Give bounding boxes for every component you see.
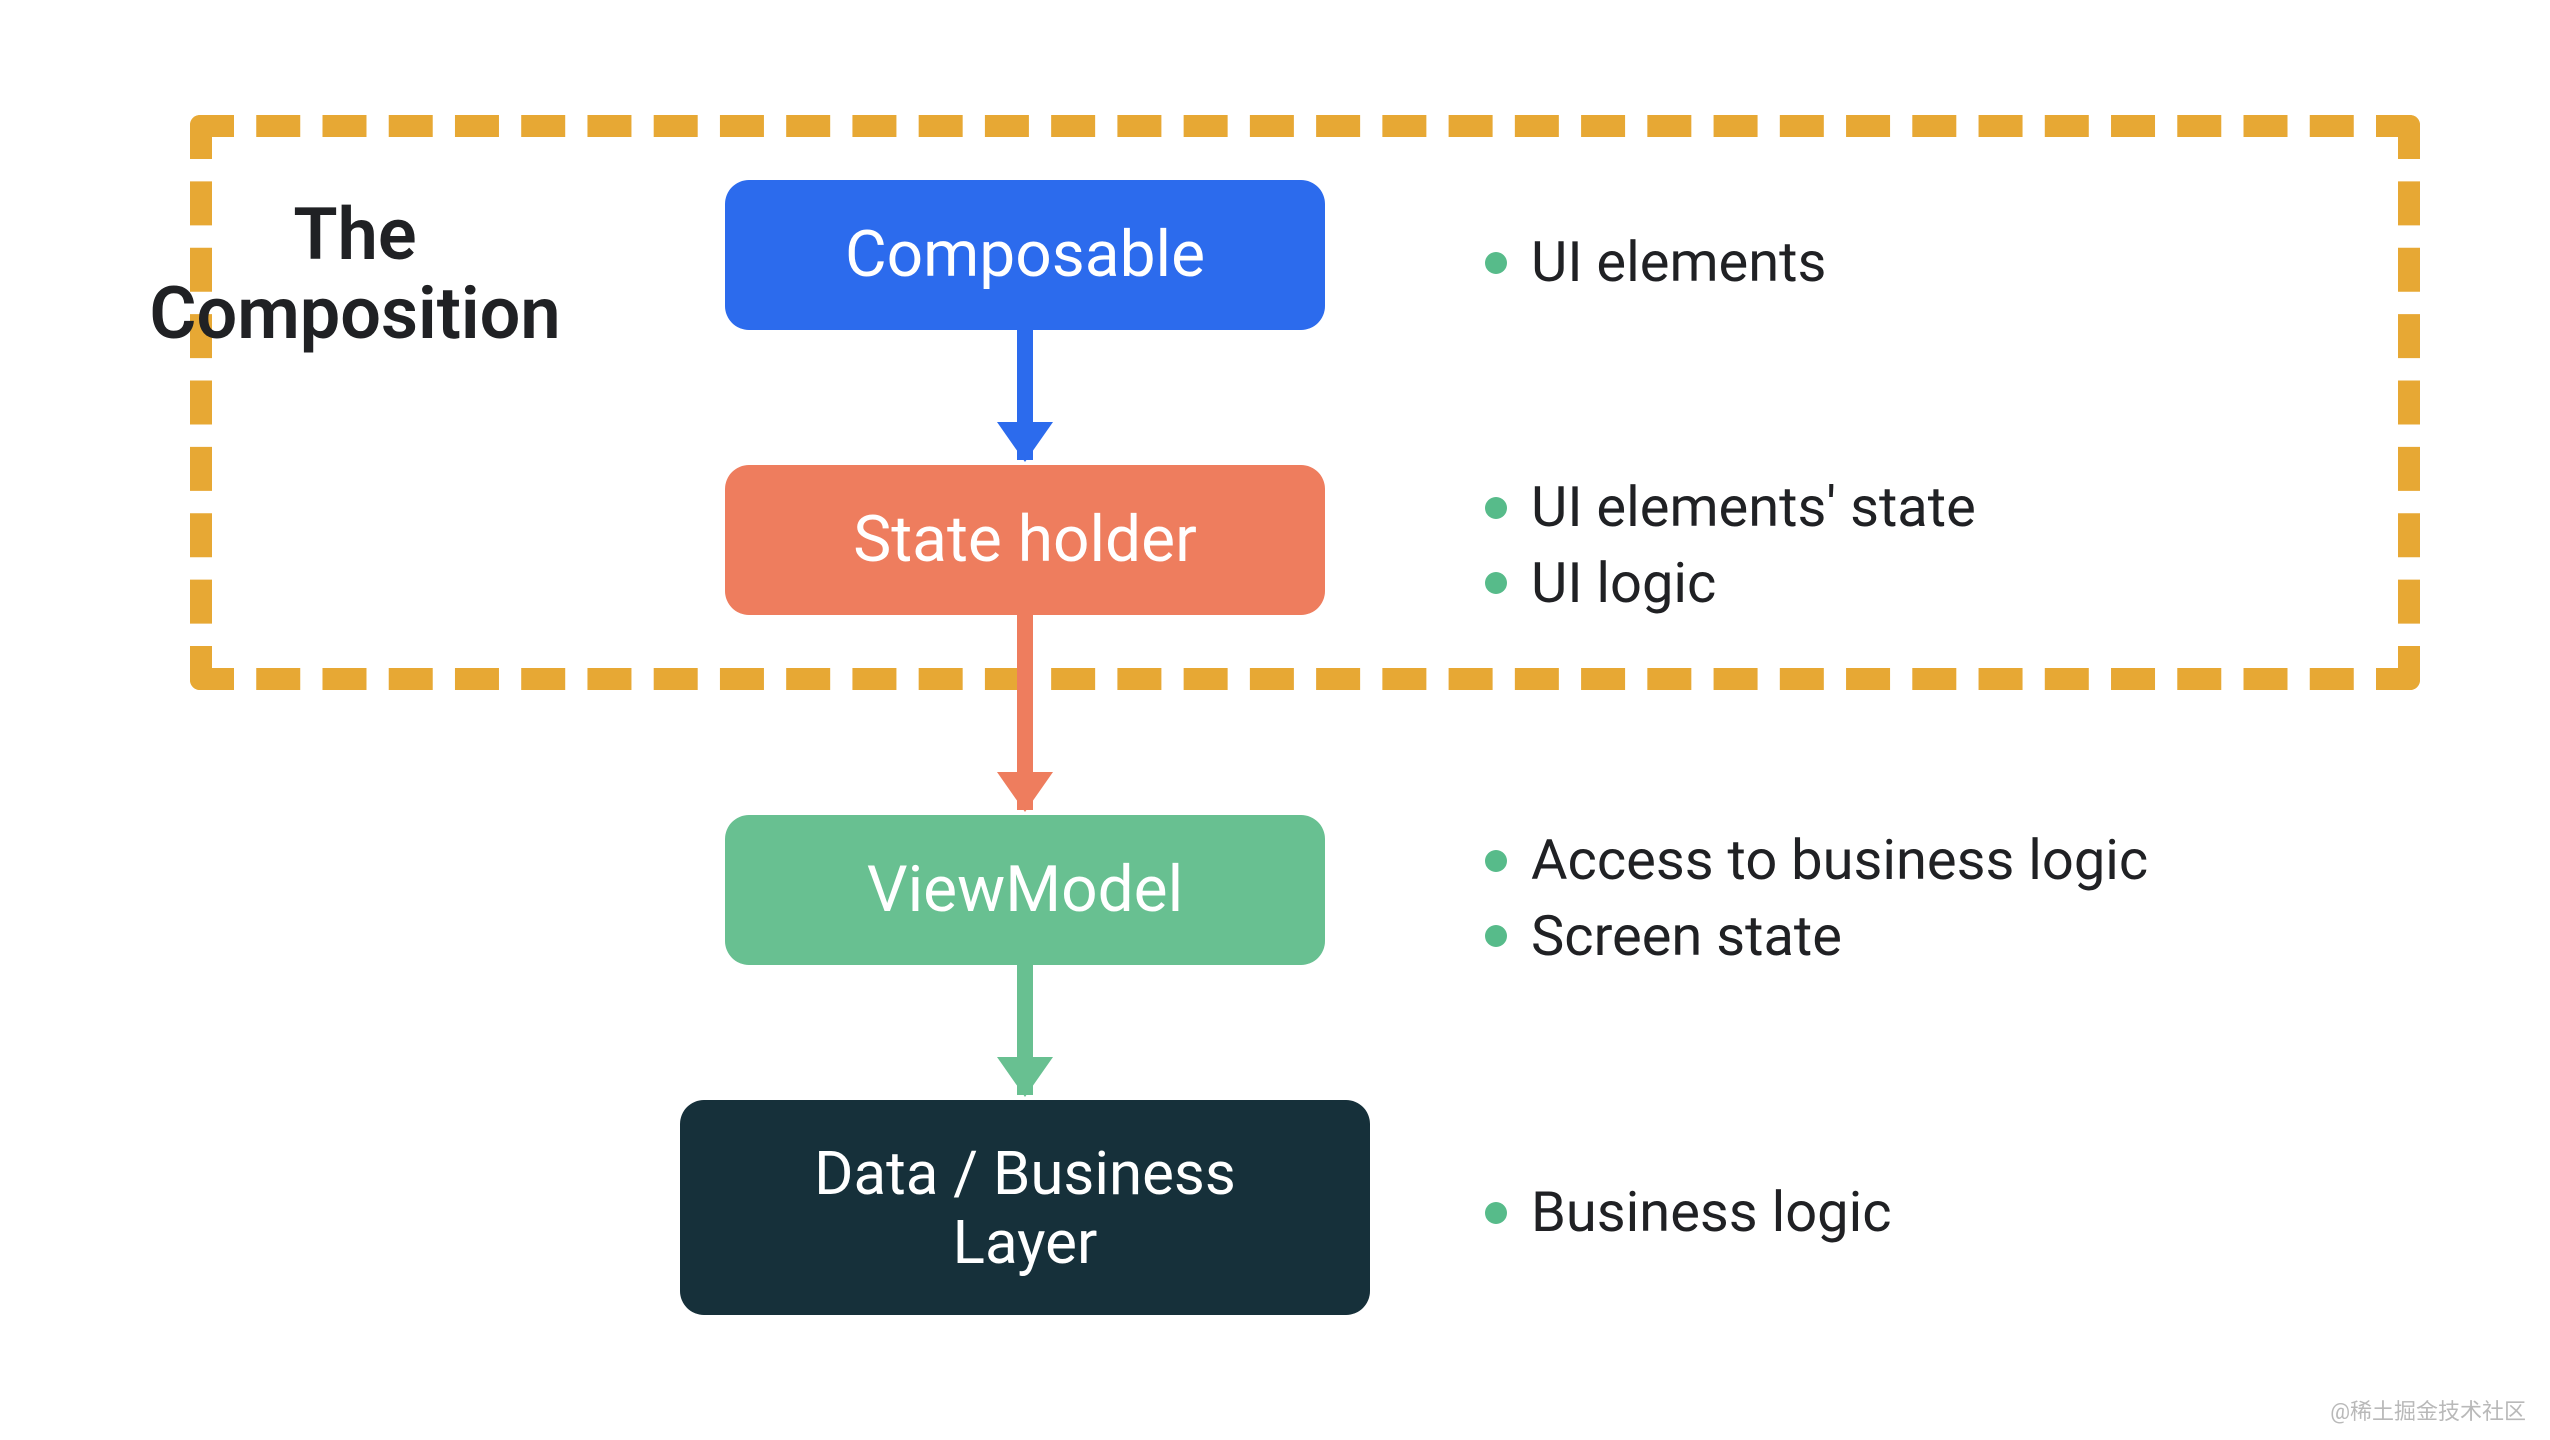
block-state-holder-label: State holder (853, 503, 1197, 577)
list-item: Business logic (1485, 1175, 1892, 1251)
bullet-text: UI elements' state (1531, 470, 1976, 546)
arrow-stateholder-to-viewmodel (1020, 615, 1030, 810)
bullets-data-layer: Business logic (1485, 1175, 1892, 1251)
block-composable-label: Composable (845, 218, 1205, 292)
list-item: UI elements' state (1485, 470, 1976, 546)
bullet-text: Screen state (1531, 899, 1842, 975)
block-data-layer-label: Data / Business Layer (814, 1139, 1236, 1277)
block-viewmodel-label: ViewModel (867, 853, 1183, 927)
composition-label: The Composition (95, 195, 615, 353)
block-viewmodel: ViewModel (725, 815, 1325, 965)
bullets-viewmodel: Access to business logic Screen state (1485, 823, 2148, 974)
bullet-text: UI elements (1531, 225, 1826, 301)
bullets-state-holder: UI elements' state UI logic (1485, 470, 1976, 621)
bullet-dot-icon (1485, 252, 1507, 274)
list-item: Screen state (1485, 899, 2148, 975)
watermark-text: @稀土掘金技术社区 (2330, 1400, 2526, 1425)
composition-label-line1: The (293, 192, 416, 277)
bullets-composable: UI elements (1485, 225, 1826, 301)
diagram-canvas: { "region_label_line1": "The", "region_l… (0, 0, 2550, 1440)
bullet-text: Business logic (1531, 1175, 1892, 1251)
list-item: Access to business logic (1485, 823, 2148, 899)
bullet-dot-icon (1485, 850, 1507, 872)
block-data-layer: Data / Business Layer (680, 1100, 1370, 1315)
composition-label-line2: Composition (149, 271, 560, 356)
list-item: UI logic (1485, 546, 1976, 622)
bullet-dot-icon (1485, 925, 1507, 947)
bullet-dot-icon (1485, 497, 1507, 519)
arrow-composable-to-stateholder (1020, 330, 1030, 460)
list-item: UI elements (1485, 225, 1826, 301)
bullet-text: Access to business logic (1531, 823, 2148, 899)
block-composable: Composable (725, 180, 1325, 330)
bullet-dot-icon (1485, 572, 1507, 594)
arrow-viewmodel-to-datalayer (1020, 965, 1030, 1095)
watermark: @稀土掘金技术社区 (2330, 1394, 2526, 1426)
bullet-text: UI logic (1531, 546, 1716, 622)
bullet-dot-icon (1485, 1202, 1507, 1224)
block-state-holder: State holder (725, 465, 1325, 615)
